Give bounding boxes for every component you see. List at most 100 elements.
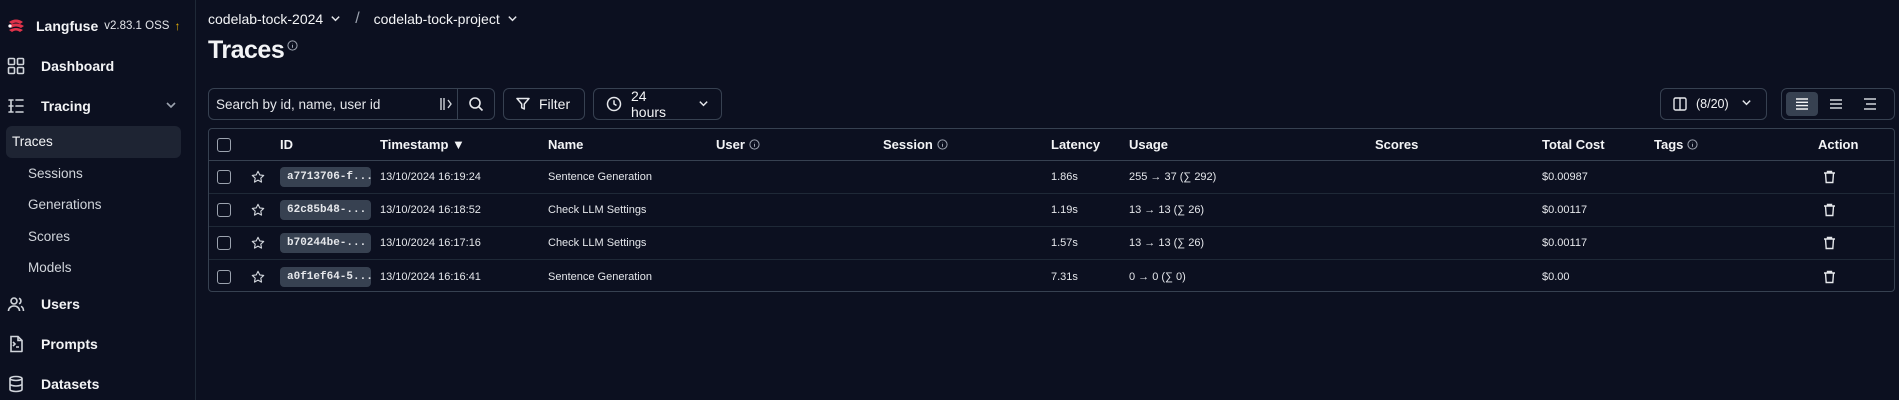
breadcrumb-project[interactable]: codelab-tock-project (374, 11, 500, 27)
trace-id-badge[interactable]: b70244be-... (280, 233, 371, 253)
column-visibility-button[interactable]: (8/20) (1660, 88, 1767, 120)
delete-trash-icon[interactable] (1823, 227, 1836, 259)
timestamp-cell: 13/10/2024 16:19:24 (380, 171, 481, 183)
brand[interactable]: Langfuse v2.83.1 OSS ↑ (0, 0, 195, 52)
sidebar-subitem-traces[interactable]: Traces (6, 126, 181, 158)
breadcrumb-org[interactable]: codelab-tock-2024 (208, 11, 323, 27)
filter-button[interactable]: Filter (503, 88, 585, 120)
sidebar-item-tracing[interactable]: Tracing (0, 86, 195, 126)
users-icon (6, 294, 26, 314)
sidebar-subitem-label: Models (28, 260, 72, 276)
sidebar-subitem-label: Traces (12, 134, 53, 150)
usage-cell: 0 → 0 (∑ 0) (1129, 270, 1186, 283)
total-cost-cell: $0.00 (1542, 270, 1570, 283)
trace-id-badge[interactable]: a7713706-f... (280, 167, 373, 187)
row-checkbox[interactable] (217, 203, 231, 217)
column-header-label: Session (883, 137, 933, 152)
name-cell: Check LLM Settings (548, 237, 647, 249)
trace-id-badge[interactable]: 62c85b48-... (280, 200, 371, 220)
timestamp-cell: 13/10/2024 16:16:41 (380, 270, 481, 283)
toolbar: Filter 24 hours (8/20) (208, 88, 1895, 120)
sidebar-item-label: Prompts (41, 335, 98, 352)
table-row[interactable]: a7713706-f... 13/10/2024 16:19:24 Senten… (209, 161, 1894, 194)
table-row[interactable]: a0f1ef64-5... 13/10/2024 16:16:41 Senten… (209, 260, 1894, 293)
chevron-down-icon[interactable] (507, 11, 518, 27)
sidebar-item-label: Tracing (41, 98, 91, 114)
column-header-user[interactable]: User (716, 129, 760, 160)
chevron-down-icon[interactable] (165, 98, 177, 114)
column-header-timestamp[interactable]: Timestamp ▼ (380, 129, 465, 160)
column-header-tags[interactable]: Tags (1654, 129, 1698, 160)
info-icon[interactable] (1687, 139, 1698, 150)
usage-cell: 13 → 13 (∑ 26) (1129, 204, 1205, 216)
delete-trash-icon[interactable] (1823, 260, 1836, 293)
column-header-total-cost[interactable]: Total Cost (1542, 129, 1605, 160)
search-type-toggle-icon[interactable] (439, 96, 453, 117)
sidebar: Langfuse v2.83.1 OSS ↑ Dashboard Tracing… (0, 0, 196, 400)
langfuse-logo-icon (8, 19, 24, 32)
sidebar-item-prompts[interactable]: Prompts (0, 324, 195, 364)
column-header-latency[interactable]: Latency (1051, 129, 1100, 160)
page-title: Traces (208, 36, 285, 64)
chevron-down-icon[interactable] (330, 11, 341, 27)
sidebar-subitem-label: Sessions (28, 165, 83, 181)
bookmark-star-icon[interactable] (251, 161, 265, 193)
total-cost-cell: $0.00987 (1542, 171, 1588, 183)
bookmark-star-icon[interactable] (251, 260, 265, 293)
update-available-icon[interactable]: ↑ (174, 19, 180, 33)
name-cell: Sentence Generation (548, 270, 652, 283)
divider (457, 89, 458, 119)
density-standard-icon[interactable] (1820, 92, 1852, 116)
grid-icon (6, 56, 26, 76)
latency-cell: 1.57s (1051, 237, 1078, 249)
select-all-checkbox[interactable] (217, 137, 231, 152)
clock-icon (606, 96, 622, 112)
bookmark-star-icon[interactable] (251, 194, 265, 226)
total-cost-cell: $0.00117 (1542, 237, 1588, 249)
sidebar-item-users[interactable]: Users (0, 284, 195, 324)
filter-icon (516, 97, 530, 111)
name-cell: Sentence Generation (548, 171, 652, 183)
sidebar-item-dashboard[interactable]: Dashboard (0, 46, 195, 86)
usage-cell: 13 → 13 (∑ 26) (1129, 237, 1205, 249)
column-header-id[interactable]: ID (280, 129, 293, 160)
traces-table: ID Timestamp ▼ Name User Session Latency… (208, 128, 1895, 292)
sidebar-subitem-generations[interactable]: Generations (0, 189, 195, 221)
trace-id-badge[interactable]: a0f1ef64-5... (280, 266, 373, 287)
delete-trash-icon[interactable] (1823, 194, 1836, 226)
database-icon (6, 374, 26, 394)
bookmark-star-icon[interactable] (251, 227, 265, 259)
column-header-scores[interactable]: Scores (1375, 129, 1418, 160)
sidebar-subitem-scores[interactable]: Scores (0, 221, 195, 253)
column-header-usage[interactable]: Usage (1129, 129, 1168, 160)
column-header-action: Action (1818, 137, 1859, 152)
version-label: v2.83.1 OSS (104, 20, 170, 32)
sidebar-item-datasets[interactable]: Datasets (0, 364, 195, 400)
latency-cell: 7.31s (1051, 270, 1078, 283)
column-header-name[interactable]: Name (548, 129, 583, 160)
latency-cell: 1.19s (1051, 204, 1078, 216)
search-input[interactable] (209, 96, 439, 112)
row-checkbox[interactable] (217, 269, 231, 284)
row-checkbox[interactable] (217, 170, 231, 184)
density-comfortable-icon[interactable] (1786, 92, 1818, 116)
info-icon[interactable] (287, 38, 298, 56)
search-icon[interactable] (468, 96, 484, 117)
info-icon[interactable] (937, 139, 948, 150)
time-range-select[interactable]: 24 hours (593, 88, 722, 120)
density-compact-icon[interactable] (1854, 92, 1886, 116)
delete-trash-icon[interactable] (1823, 161, 1836, 193)
table-row[interactable]: 62c85b48-... 13/10/2024 16:18:52 Check L… (209, 194, 1894, 227)
column-header-session[interactable]: Session (883, 129, 948, 160)
table-row[interactable]: b70244be-... 13/10/2024 16:17:16 Check L… (209, 227, 1894, 260)
search-box (208, 88, 495, 120)
filter-label: Filter (539, 96, 571, 112)
time-range-label: 24 hours (631, 88, 667, 120)
column-count-label: (8/20) (1696, 97, 1729, 111)
sidebar-subitem-sessions[interactable]: Sessions (0, 158, 195, 190)
column-header-label: User (716, 137, 745, 152)
timestamp-cell: 13/10/2024 16:18:52 (380, 204, 481, 216)
info-icon[interactable] (749, 139, 760, 150)
sidebar-subitem-models[interactable]: Models (0, 252, 195, 284)
row-checkbox[interactable] (217, 236, 231, 250)
